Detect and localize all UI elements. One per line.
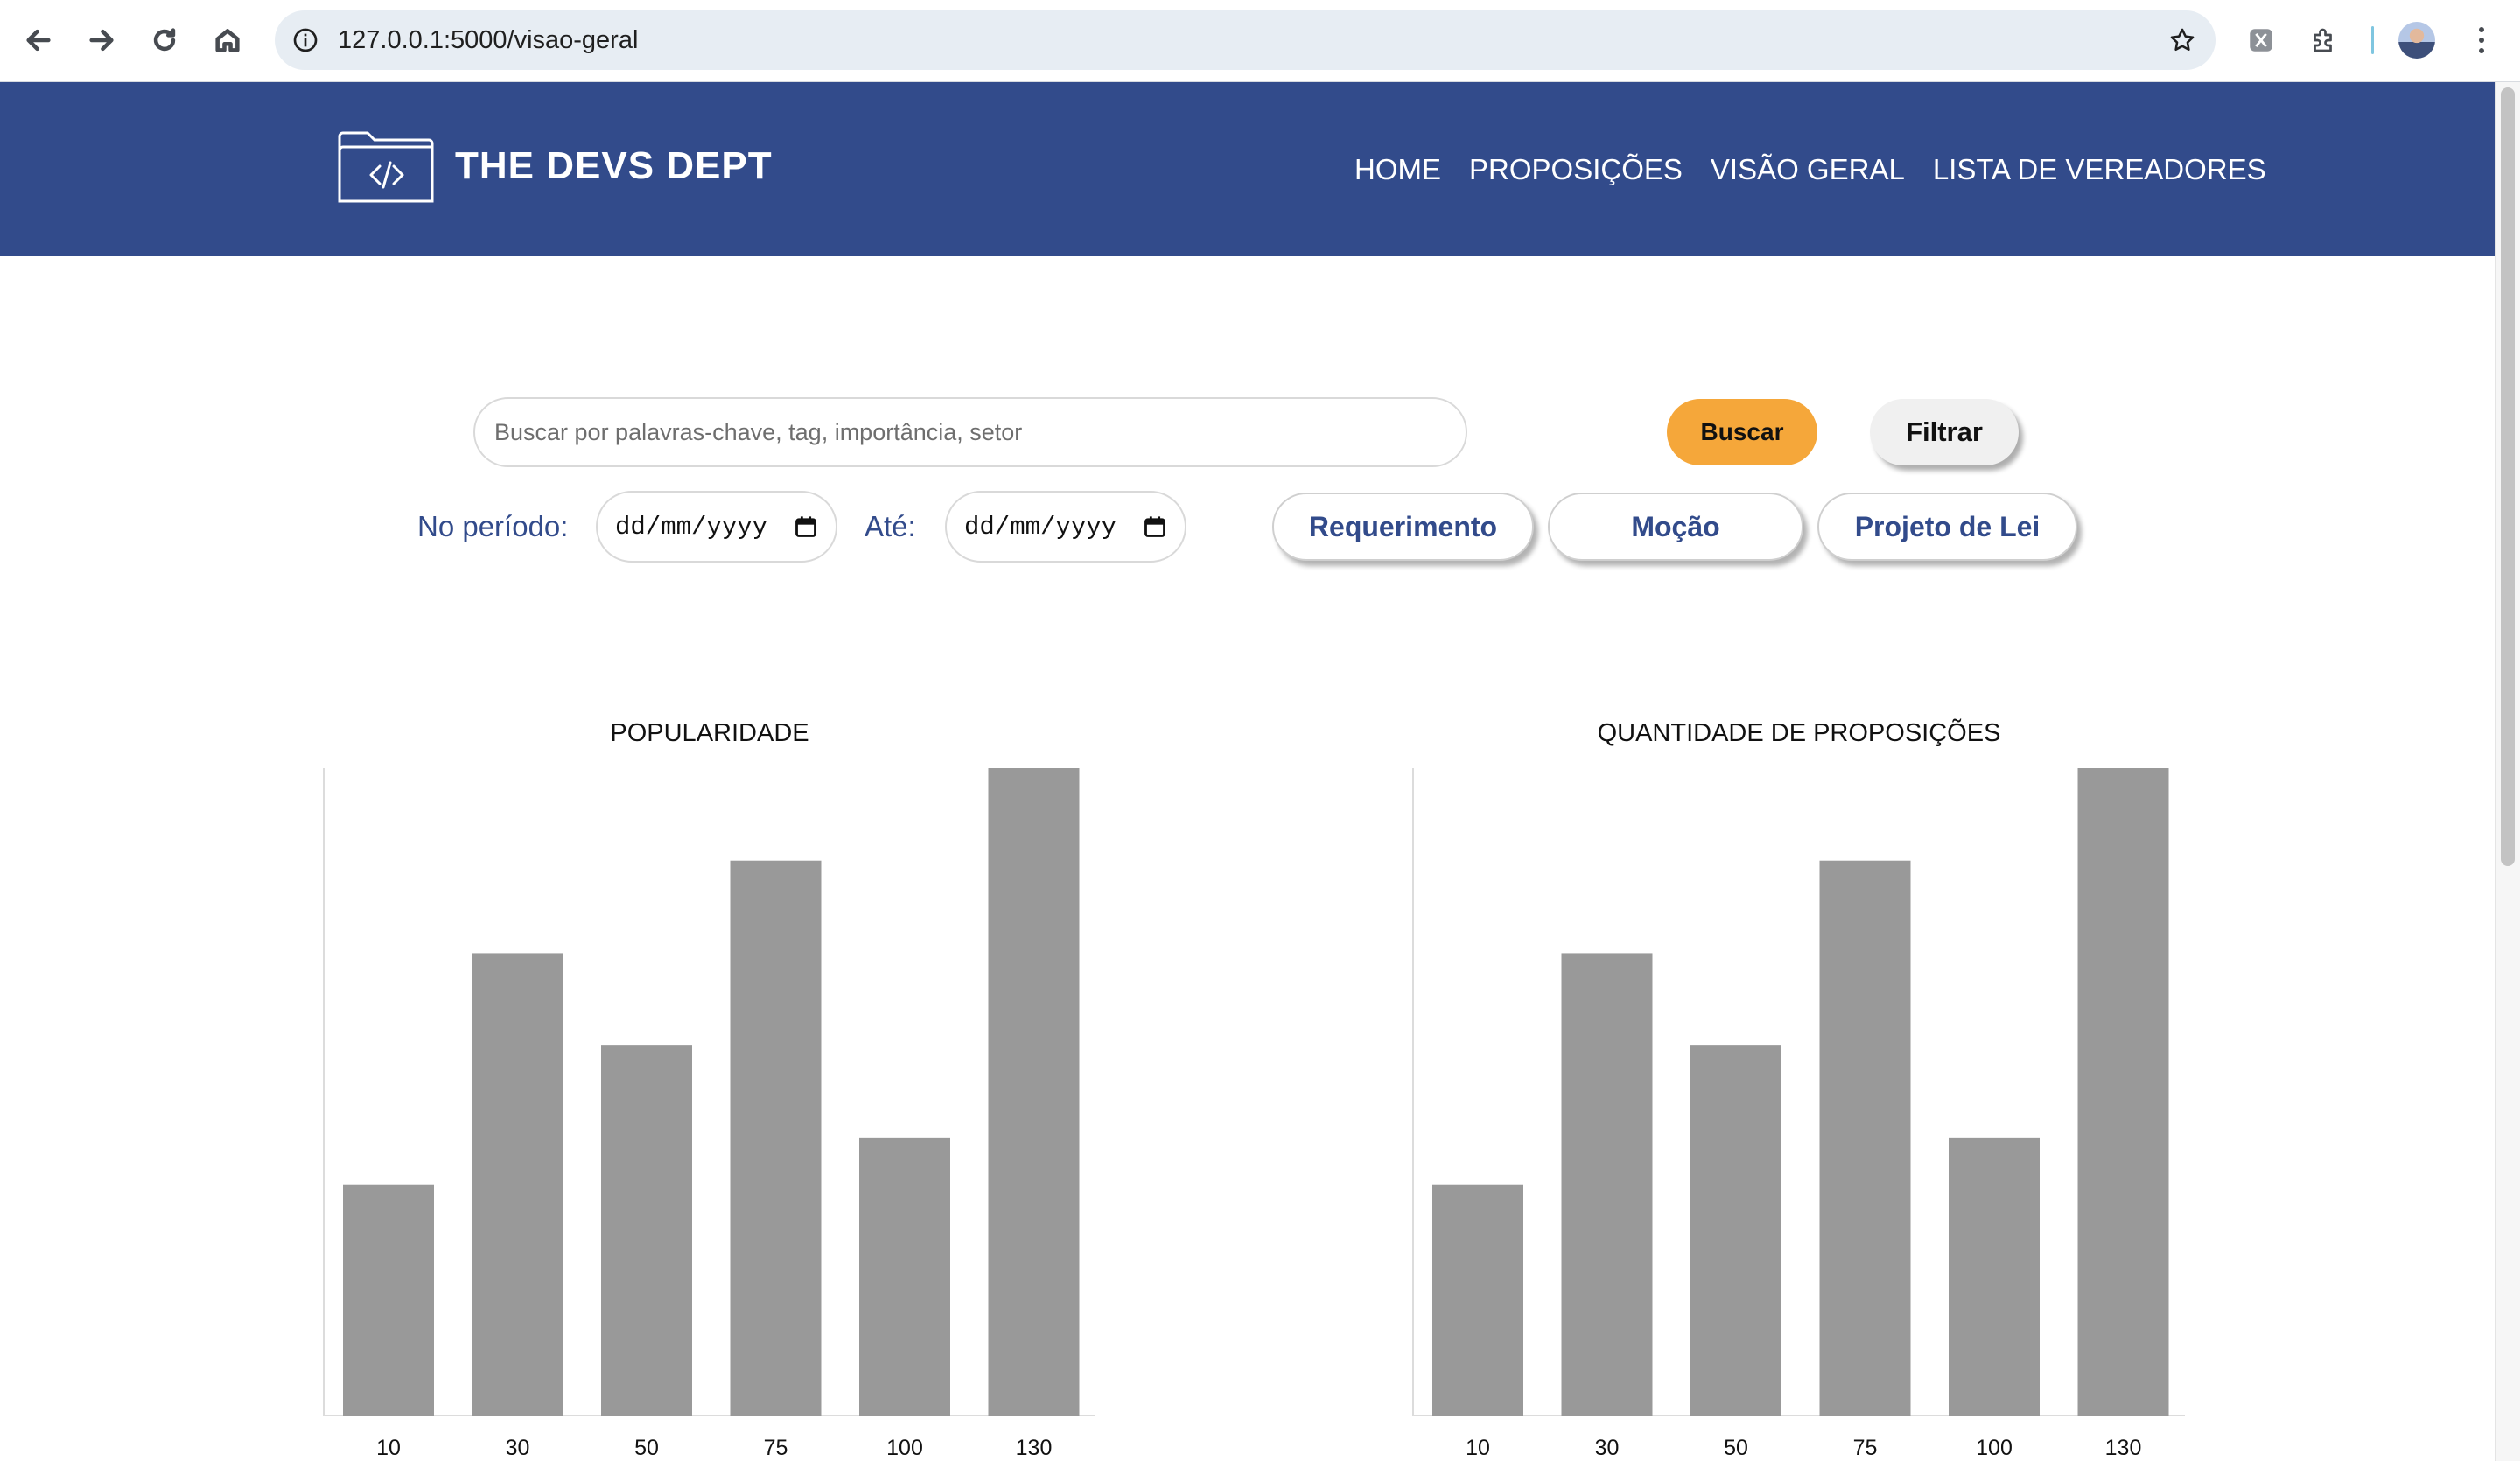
bar — [1432, 1184, 1523, 1416]
nav-proposicoes[interactable]: PROPOSIÇÕES — [1469, 153, 1683, 186]
filter-button[interactable]: Filtrar — [1870, 399, 2019, 465]
date-from-value: dd/mm/yyyy — [615, 512, 768, 542]
search-button[interactable]: Buscar — [1667, 399, 1817, 465]
bar — [1819, 860, 1911, 1416]
brand-name: THE DEVS DEPT — [455, 144, 773, 187]
x-tick-label: 50 — [634, 1436, 659, 1460]
site-header: THE DEVS DEPT HOME PROPOSIÇÕES VISÃO GER… — [0, 82, 2495, 256]
x-tick-label: 100 — [886, 1436, 923, 1460]
profile-avatar[interactable] — [2398, 22, 2435, 59]
bar — [472, 953, 564, 1416]
arrow-right-icon — [89, 29, 114, 52]
bar — [601, 1045, 692, 1416]
x-tick-label: 75 — [1853, 1436, 1878, 1460]
toolbar-divider — [2371, 26, 2374, 54]
browser-toolbar: 127.0.0.1:5000/visao-geral — [0, 0, 2520, 82]
reload-button[interactable] — [139, 15, 190, 66]
bar — [1561, 953, 1653, 1416]
x-tick-label: 75 — [764, 1436, 788, 1460]
bar — [343, 1184, 434, 1416]
nav-home[interactable]: HOME — [1354, 153, 1441, 186]
forward-button[interactable] — [76, 15, 127, 66]
page-scrollbar[interactable] — [2495, 82, 2520, 1461]
popularity-chart: 10 30 50 75 100 130 — [323, 768, 1096, 1460]
bar — [1949, 1137, 2040, 1416]
site-info-icon[interactable] — [287, 22, 324, 59]
period-to-label: Até: — [864, 510, 916, 542]
period-from-label: No período: — [417, 510, 569, 542]
bookmark-star-icon[interactable] — [2161, 19, 2203, 61]
main-nav: HOME PROPOSIÇÕES VISÃO GERAL LISTA DE VE… — [1326, 82, 2266, 256]
nav-visao-geral[interactable]: VISÃO GERAL — [1711, 153, 1905, 186]
date-from-input[interactable]: dd/mm/yyyy — [596, 491, 837, 563]
calendar-icon[interactable] — [794, 514, 818, 539]
bar — [1690, 1045, 1782, 1416]
bar — [730, 860, 822, 1416]
nav-lista-vereadores[interactable]: LISTA DE VEREADORES — [1933, 153, 2266, 186]
arrow-left-icon — [26, 29, 51, 52]
x-tick-label: 130 — [2105, 1436, 2142, 1460]
bar — [2077, 768, 2169, 1416]
home-button[interactable] — [202, 15, 253, 66]
browser-menu-icon[interactable] — [2466, 19, 2497, 61]
folder-code-icon — [338, 131, 434, 203]
home-icon — [215, 29, 240, 52]
propositions-chart: 10 30 50 75 100 130 — [1412, 768, 2185, 1460]
url-text: 127.0.0.1:5000/visao-geral — [338, 26, 639, 54]
extensions-puzzle-icon[interactable] — [2301, 17, 2347, 63]
x-tick-label: 30 — [506, 1436, 530, 1460]
x-tick-label: 10 — [1466, 1436, 1490, 1460]
date-to-input[interactable]: dd/mm/yyyy — [945, 491, 1186, 563]
search-input[interactable] — [473, 397, 1467, 467]
x-tick-label: 100 — [1976, 1436, 2012, 1460]
popularity-chart-title: POPULARIDADE — [610, 719, 809, 747]
reload-icon — [153, 28, 176, 52]
bar — [859, 1137, 950, 1416]
address-bar[interactable]: 127.0.0.1:5000/visao-geral — [275, 10, 2216, 70]
calendar-icon[interactable] — [1143, 514, 1167, 539]
type-requerimento-button[interactable]: Requerimento — [1272, 493, 1534, 561]
extension-icon[interactable] — [2238, 17, 2284, 63]
propositions-chart-title: QUANTIDADE DE PROPOSIÇÕES — [1597, 719, 2001, 747]
type-projeto-de-lei-button[interactable]: Projeto de Lei — [1817, 493, 2077, 561]
type-mocao-button[interactable]: Moção — [1548, 493, 1803, 561]
x-tick-label: 50 — [1724, 1436, 1748, 1460]
scrollbar-thumb[interactable] — [2501, 87, 2515, 866]
brand-logo[interactable]: THE DEVS DEPT — [336, 128, 773, 205]
x-tick-label: 30 — [1595, 1436, 1620, 1460]
bar — [988, 768, 1080, 1416]
x-tick-label: 10 — [376, 1436, 401, 1460]
date-to-value: dd/mm/yyyy — [964, 512, 1117, 542]
back-button[interactable] — [13, 15, 64, 66]
x-tick-label: 130 — [1016, 1436, 1053, 1460]
